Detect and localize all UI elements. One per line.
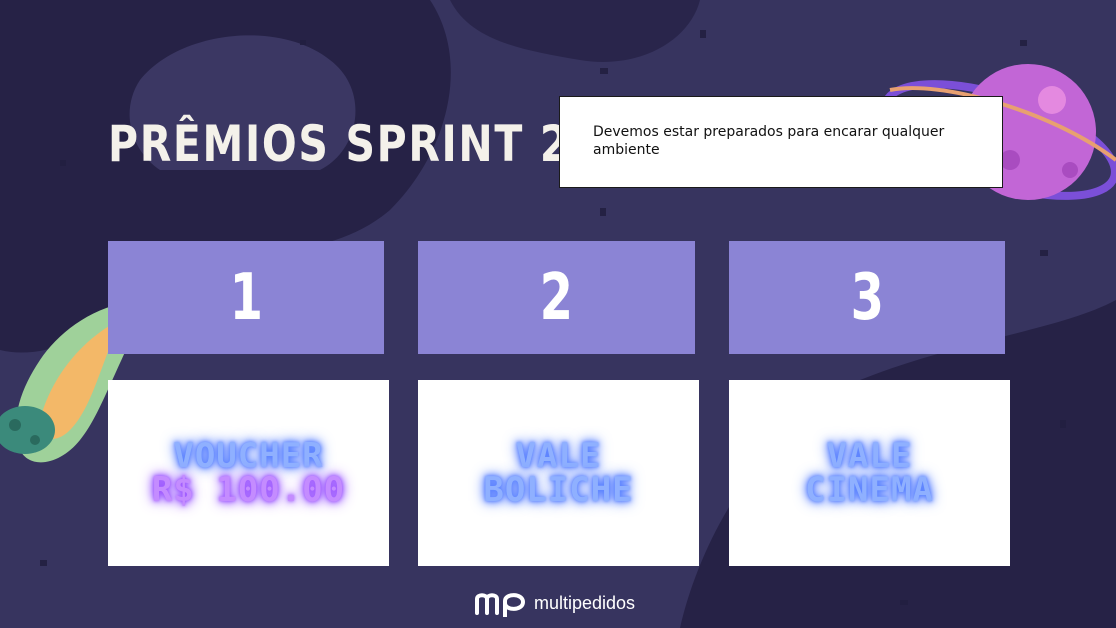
prize-line-2: CINEMA bbox=[805, 470, 934, 510]
multipedidos-logo-icon bbox=[475, 593, 526, 617]
rank-number: 3 bbox=[850, 260, 884, 335]
prize-line-2: BOLICHE bbox=[483, 470, 634, 510]
prize-card-1: VOUCHER R$ 100.00 bbox=[108, 380, 389, 566]
slide-title: PRÊMIOS SPRINT 2 bbox=[108, 115, 571, 173]
prize-card-3: VALE CINEMA bbox=[729, 380, 1010, 566]
prize-card-2: VALE BOLICHE bbox=[418, 380, 699, 566]
prize-line-1: VOUCHER bbox=[173, 436, 324, 476]
rank-box-3: 3 bbox=[729, 241, 1005, 354]
note-box: Devemos estar preparados para encarar qu… bbox=[559, 96, 1003, 188]
logo-text: multipedidos bbox=[534, 592, 636, 613]
rank-number: 1 bbox=[229, 260, 263, 335]
prize-line-1: VALE bbox=[515, 436, 602, 476]
rank-box-1: 1 bbox=[108, 241, 384, 354]
rank-number: 2 bbox=[539, 260, 574, 335]
prize-line-2: R$ 100.00 bbox=[151, 470, 346, 510]
prize-line-1: VALE bbox=[826, 436, 913, 476]
multipedidos-logo: multipedidos bbox=[474, 588, 635, 618]
rank-box-2: 2 bbox=[418, 241, 695, 354]
